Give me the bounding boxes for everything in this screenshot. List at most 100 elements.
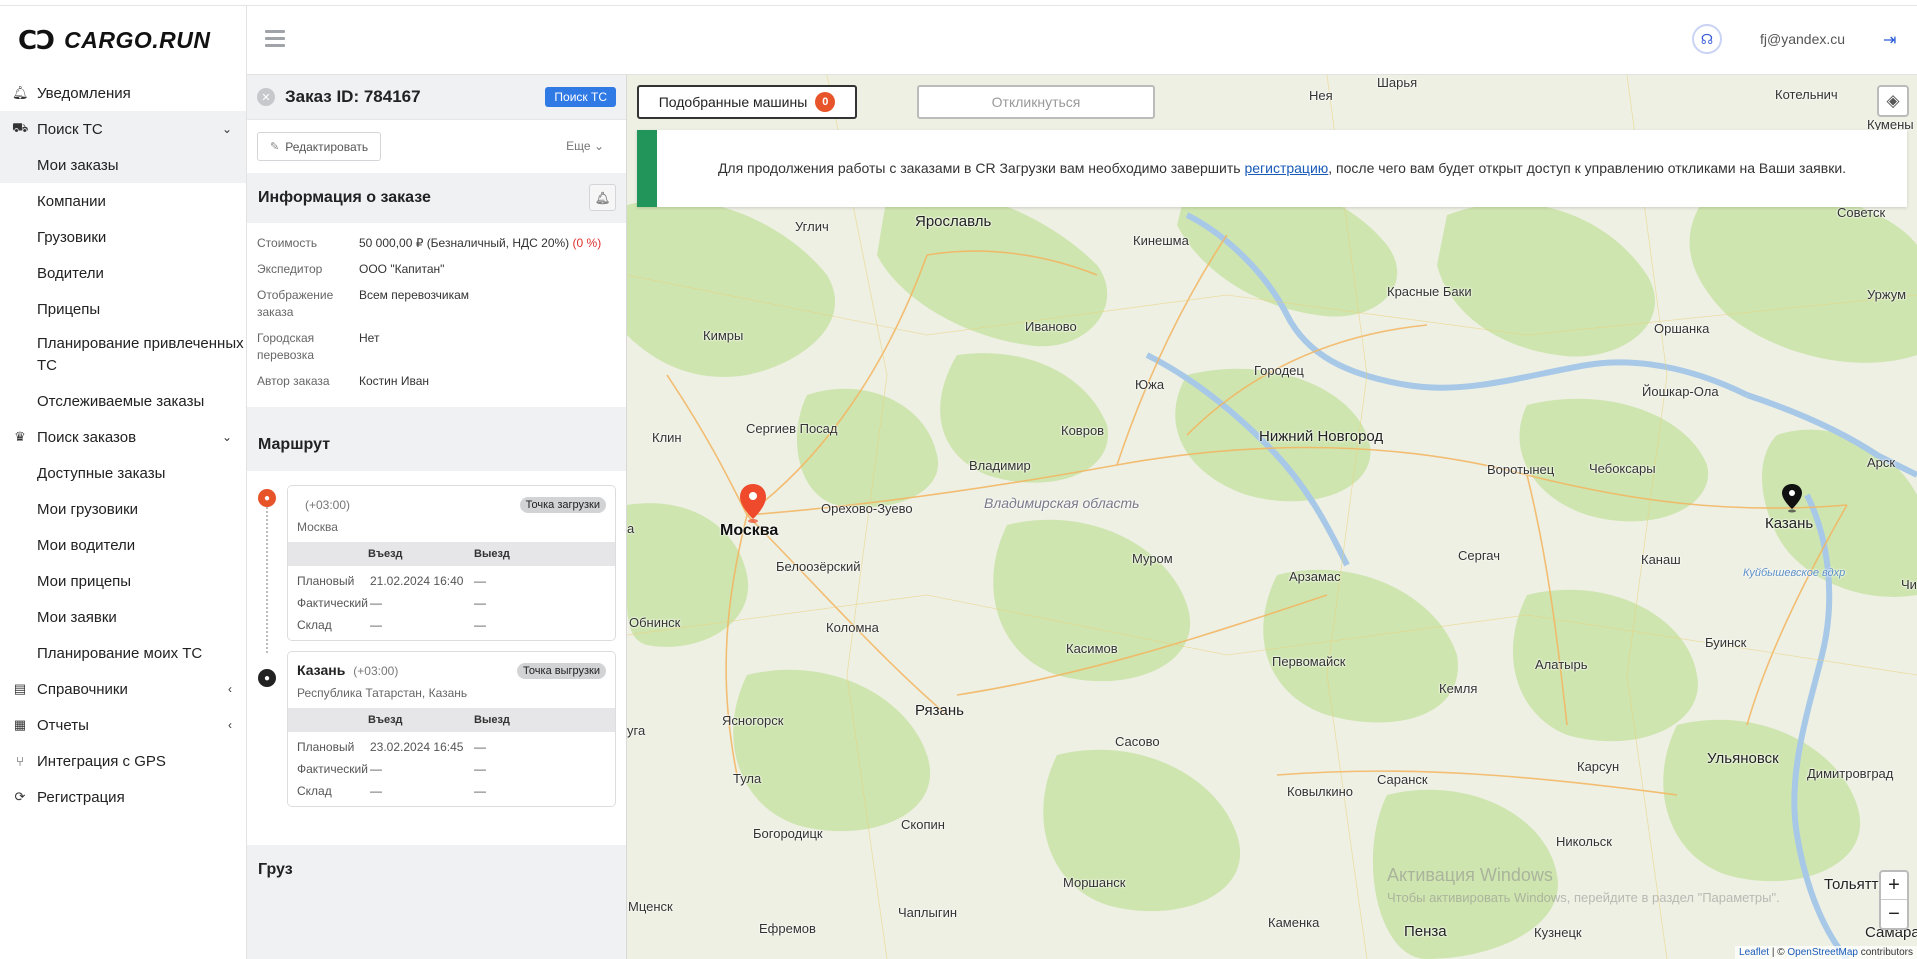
- sidebar-item-reports[interactable]: ▦ Отчеты ‹: [0, 707, 246, 743]
- map-label: Сергиев Посад: [746, 421, 838, 436]
- sidebar-subitem-available-orders[interactable]: Доступные заказы: [0, 455, 246, 491]
- pencil-icon: ✎: [270, 141, 280, 153]
- times-rows: Плановый 21.02.2024 16:40— Фактический — — …: [288, 566, 615, 640]
- route-address: Москва: [297, 520, 338, 534]
- subscribe-bell-icon[interactable]: 🔔︎: [589, 184, 616, 211]
- search-tc-button[interactable]: Поиск ТС: [545, 87, 616, 107]
- map-label: Никольск: [1556, 834, 1612, 849]
- sidebar-item-notifications[interactable]: 🔔︎ Уведомления: [0, 75, 246, 111]
- tab-label: Подобранные машины: [658, 94, 808, 110]
- map-label: Советск: [1837, 205, 1886, 220]
- user-email[interactable]: fj@yandex.cu: [1760, 31, 1845, 47]
- osm-link[interactable]: OpenStreetMap: [1787, 947, 1858, 958]
- kazan-marker-icon[interactable]: [1781, 483, 1803, 513]
- times-rows: Плановый 23.02.2024 16:45— Фактический — — …: [288, 732, 615, 806]
- map-label: Ковров: [1061, 423, 1105, 438]
- info-key: Экспедитор: [257, 262, 323, 276]
- sidebar-subitem-planning-my[interactable]: Планирование моих ТС: [0, 635, 246, 671]
- route-point-header: (+03:00) Точка загрузки Москва: [288, 486, 615, 542]
- sidebar-subitem-tracked-orders[interactable]: Отслеживаемые заказы: [0, 383, 246, 419]
- map-label: Каменка: [1268, 915, 1320, 930]
- time-label: Плановый: [297, 574, 355, 588]
- leaflet-link[interactable]: Leaflet: [1739, 947, 1769, 958]
- info-value: ООО "Капитан": [359, 262, 445, 276]
- info-row-city: Городская перевозка Нет: [257, 330, 616, 364]
- map-label: Алатырь: [1535, 657, 1588, 672]
- attribution-contrib: contributors: [1857, 947, 1913, 958]
- map-label: Богородицк: [753, 826, 823, 841]
- time-out: —: [474, 574, 486, 588]
- map-label: Кузнецк: [1534, 925, 1582, 940]
- logo-mark-icon: CƆ: [18, 25, 55, 56]
- sidebar-item-search-tc[interactable]: ⛟ Поиск ТС ⌄: [0, 111, 246, 147]
- zoom-out-button[interactable]: −: [1881, 900, 1907, 928]
- sidebar-subitem-my-drivers[interactable]: Мои водители: [0, 527, 246, 563]
- zoom-in-button[interactable]: +: [1881, 872, 1907, 900]
- moscow-marker-icon[interactable]: [738, 483, 768, 523]
- respond-button[interactable]: Откликнуться: [917, 85, 1155, 119]
- registration-link[interactable]: регистрацию: [1244, 160, 1328, 176]
- sidebar-item-directories[interactable]: ▤ Справочники ‹: [0, 671, 246, 707]
- route-address: Республика Татарстан, Казань: [297, 686, 468, 700]
- order-info-heading: Информация о заказе 🔔︎: [247, 173, 626, 223]
- support-icon[interactable]: ☊: [1692, 24, 1722, 54]
- map-label: Оршанка: [1654, 321, 1710, 336]
- sidebar-subitem-planning-hired[interactable]: Планирование привлеченных ТС: [0, 327, 246, 383]
- sidebar-item-label: Интеграция с GPS: [37, 752, 166, 770]
- route-point-unload: Казань (+03:00) Точка выгрузки Республика…: [287, 651, 616, 807]
- sidebar-item-gps[interactable]: ⑂ Интеграция с GPS: [0, 743, 246, 779]
- map-label: Владимирская область: [984, 495, 1140, 511]
- sync-icon: ⟳: [14, 789, 26, 804]
- sidebar-subitem-my-trucks[interactable]: Мои грузовики: [0, 491, 246, 527]
- col-out: Выезд: [474, 714, 510, 726]
- time-row: Фактический — —: [288, 758, 615, 780]
- map-label: Тольятти: [1824, 876, 1887, 893]
- windows-activation-watermark: Активация Windows Чтобы активировать Win…: [1387, 865, 1780, 905]
- close-icon[interactable]: ✕: [257, 88, 275, 106]
- time-row: Склад — —: [288, 780, 615, 802]
- map-label: Ясногорск: [722, 713, 784, 728]
- more-dropdown[interactable]: Еще ⌄: [566, 139, 604, 153]
- tab-matched-vehicles[interactable]: Подобранные машины 0: [637, 85, 857, 119]
- sidebar-subitem-my-orders[interactable]: Мои заказы: [0, 147, 246, 183]
- sidebar-subitem-drivers[interactable]: Водители: [0, 255, 246, 291]
- app-logo[interactable]: CƆ CARGO.RUN: [0, 6, 247, 75]
- sidebar-subitem-my-trailers[interactable]: Мои прицепы: [0, 563, 246, 599]
- info-key: Городская перевозка: [257, 331, 315, 362]
- route-connector: [266, 503, 268, 653]
- sidebar-subitem-my-requests[interactable]: Мои заявки: [0, 599, 246, 635]
- edit-button[interactable]: ✎ Редактировать: [257, 132, 382, 161]
- logout-icon[interactable]: ⇥: [1883, 30, 1896, 50]
- map-label: Рязань: [915, 702, 964, 719]
- sidebar-subitem-trailers[interactable]: Прицепы: [0, 291, 246, 327]
- info-value: 50 000,00 ₽ (Безналичный, НДС 20%) (0 %): [359, 235, 616, 252]
- map-label: Касимов: [1066, 641, 1118, 656]
- zoom-control: + −: [1879, 870, 1909, 930]
- route-tz: (+03:00): [305, 498, 351, 512]
- sidebar-item-label: Поиск ТС: [37, 120, 103, 138]
- route-point-header: Казань (+03:00) Точка выгрузки Республика…: [288, 652, 615, 708]
- unload-point-badge: Точка выгрузки: [517, 663, 606, 679]
- menu-toggle-icon[interactable]: [265, 30, 285, 47]
- map-label: Пенза: [1404, 923, 1447, 940]
- order-info: Стоимость 50 000,00 ₽ (Безналичный, НДС …: [247, 223, 626, 407]
- time-label: Фактический: [297, 596, 368, 610]
- map-label: Первомайск: [1272, 654, 1346, 669]
- map-label: Сасово: [1115, 734, 1160, 749]
- sidebar-subitem-trucks[interactable]: Грузовики: [0, 219, 246, 255]
- route-point-load: (+03:00) Точка загрузки Москва Въезд Вые…: [287, 485, 616, 641]
- layers-icon[interactable]: ◈: [1877, 85, 1909, 117]
- map-label: Чебоксары: [1589, 461, 1656, 476]
- map-label: Кимры: [703, 328, 744, 343]
- sidebar-item-registration[interactable]: ⟳ Регистрация: [0, 779, 246, 815]
- order-actions: ✎ Редактировать Еще ⌄: [247, 119, 626, 173]
- map-label: Южа: [1135, 377, 1165, 392]
- map-label: Сергач: [1458, 548, 1501, 563]
- map-label: Ульяновск: [1707, 750, 1779, 767]
- time-label: Склад: [297, 784, 332, 798]
- sidebar-item-search-orders[interactable]: ♛ Поиск заказов ⌄: [0, 419, 246, 455]
- map[interactable]: Шарья Нея Котельнич Кумены Углич Ярослав…: [627, 75, 1917, 959]
- sidebar-subitem-companies[interactable]: Компании: [0, 183, 246, 219]
- map-label: Арск: [1867, 455, 1896, 470]
- map-label: Углич: [795, 219, 829, 234]
